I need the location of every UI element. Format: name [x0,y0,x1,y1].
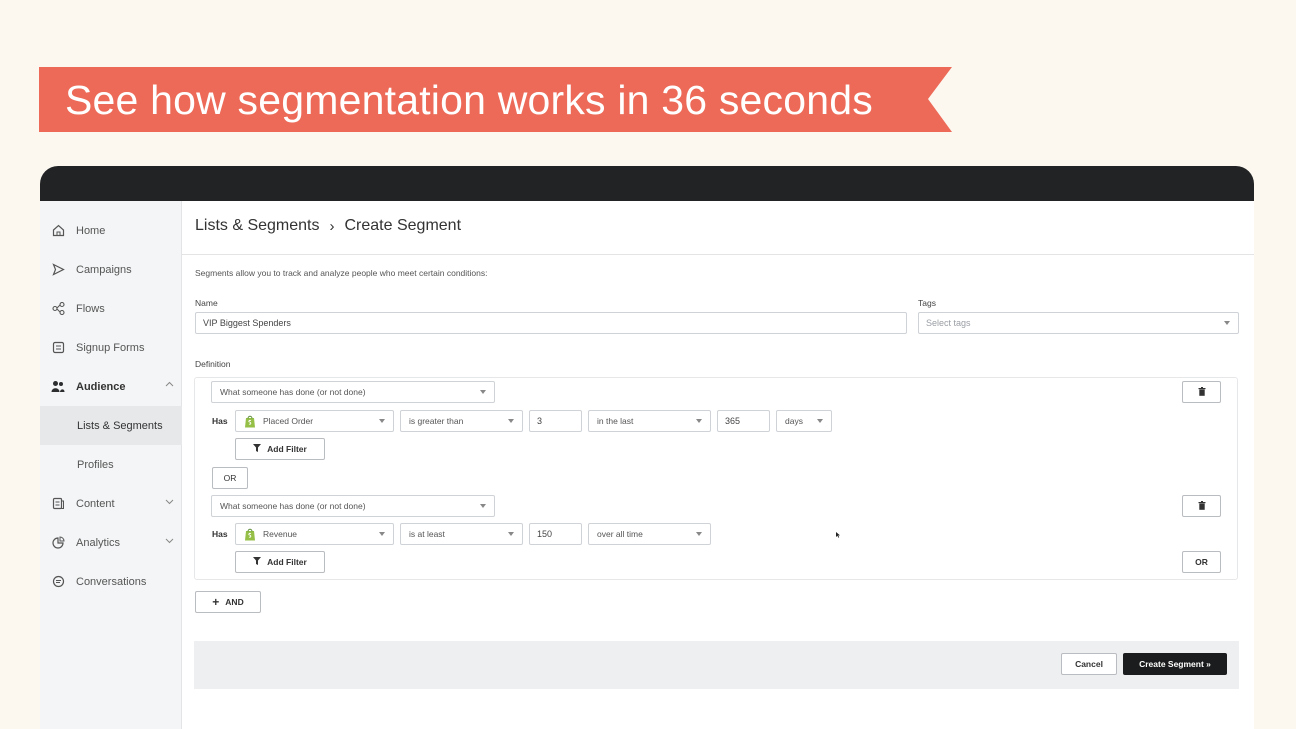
sidebar-item-content[interactable]: Content [40,484,182,523]
sidebar-item-label: Profiles [77,458,114,471]
sidebar-item-home[interactable]: Home [40,211,182,250]
banner-title: See how segmentation works in 36 seconds [65,77,873,123]
app-window: Home Campaigns Flows Signup Forms Audien… [40,166,1254,729]
segment-name-input[interactable]: VIP Biggest Spenders [195,312,907,334]
cancel-button[interactable]: Cancel [1061,653,1117,675]
sidebar-item-flows[interactable]: Flows [40,289,182,328]
sidebar-item-label: Conversations [76,575,147,588]
sidebar-item-signup-forms[interactable]: Signup Forms [40,328,182,367]
mouse-cursor-icon [836,532,840,538]
chat-icon [51,575,65,589]
breadcrumb: Lists & Segments › Create Segment [195,217,461,235]
chevron-up-icon [165,380,174,392]
analytics-icon [51,536,65,550]
breadcrumb-parent-link[interactable]: Lists & Segments [195,217,320,235]
promo-banner: See how segmentation works in 36 seconds [39,67,952,132]
sidebar-item-label: Signup Forms [76,341,145,354]
sidebar-item-label: Audience [76,380,126,393]
flows-icon [51,302,65,316]
create-segment-button[interactable]: Create Segment » [1123,653,1227,675]
tags-label: Tags [918,298,936,308]
sidebar-item-label: Analytics [76,536,121,549]
home-icon [51,224,65,238]
plus-icon: + [212,595,220,609]
sidebar-item-audience[interactable]: Audience [40,367,182,406]
sidebar-item-analytics[interactable]: Analytics [40,523,182,562]
people-icon [51,380,65,394]
breadcrumb-separator: › [329,217,335,235]
sidebar: Home Campaigns Flows Signup Forms Audien… [40,201,182,729]
page-description: Segments allow you to track and analyze … [195,268,488,278]
main-content: Lists & Segments › Create Segment Segmen… [182,201,1254,729]
sidebar-item-label: Campaigns [76,263,132,276]
sidebar-item-label: Flows [76,302,105,315]
tags-select[interactable]: Select tags [918,312,1239,334]
definition-label: Definition [195,359,231,369]
chevron-down-icon [165,536,174,548]
and-button[interactable]: + AND [195,591,261,613]
sidebar-item-label: Home [76,224,106,237]
tags-placeholder: Select tags [926,318,971,328]
window-titlebar [40,166,1254,201]
sidebar-item-label: Lists & Segments [77,419,163,432]
sidebar-item-campaigns[interactable]: Campaigns [40,250,182,289]
definition-group [194,377,1238,580]
name-label: Name [195,298,218,308]
form-icon [51,341,65,355]
sidebar-item-lists-segments[interactable]: Lists & Segments [40,406,182,445]
chevron-down-icon [165,497,174,509]
page-title: Create Segment [344,217,462,234]
send-icon [51,263,65,277]
content-icon [51,497,65,511]
sidebar-item-label: Content [76,497,115,510]
button-label: AND [225,597,244,607]
header-divider [182,254,1254,255]
chevron-down-icon [1224,321,1230,325]
sidebar-item-profiles[interactable]: Profiles [40,445,182,484]
sidebar-item-conversations[interactable]: Conversations [40,562,182,601]
